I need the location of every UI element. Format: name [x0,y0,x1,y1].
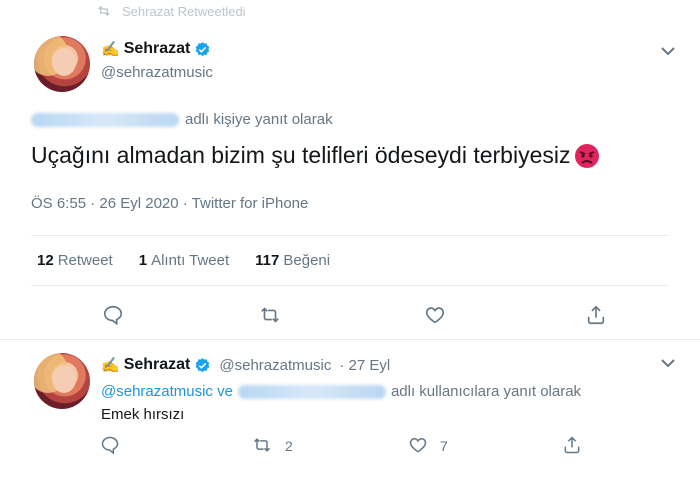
author-name[interactable]: Sehrazat [124,40,191,58]
avatar[interactable] [34,353,90,409]
reply-context-text: adlı kişiye yanıt olarak [185,111,333,128]
chevron-down-icon[interactable] [661,46,675,56]
tweet-meta[interactable]: ÖS 6:55 · 26 Eyl 2020 · Twitter for iPho… [31,195,308,212]
divider [0,339,700,340]
writing-hand-icon: ✍️ [101,41,120,58]
like-icon[interactable] [408,435,428,455]
writing-hand-icon: ✍️ [101,357,120,374]
retweet-count: 2 [285,438,293,454]
author-name[interactable]: Sehrazat [124,356,191,374]
reply-context-text: adlı kullanıcılara yanıt olarak [390,383,582,400]
angry-face-icon [575,143,600,168]
reply-icon[interactable] [102,304,124,326]
author-handle[interactable]: @sehrazatmusic [101,64,213,81]
stat-retweets[interactable]: 12 Retweet [37,252,113,269]
retweet-icon [98,6,110,16]
mention-link[interactable]: @sehrazatmusic ve [101,383,233,400]
reply-context: adlı kişiye yanıt olarak [31,111,333,128]
like-icon[interactable] [424,304,446,326]
retweet-banner: Sehrazat Retweetledi [96,0,246,22]
share-icon[interactable] [585,304,607,326]
tweet-body: Uçağını almadan bizim şu telifleri ödese… [31,142,571,168]
author-name-row[interactable]: ✍️ Sehrazat [101,40,211,58]
tweet-text: Uçağını almadan bizim şu telifleri ödese… [31,142,600,169]
verified-icon [196,357,210,372]
chevron-down-icon[interactable] [661,358,675,368]
retweet-icon[interactable] [259,304,281,326]
author-handle[interactable]: @sehrazatmusic [219,357,331,374]
divider [31,235,669,236]
retweet-banner-text: Sehrazat Retweetledi [122,3,246,19]
divider [31,285,669,286]
reply-author-row[interactable]: ✍️ Sehrazat @sehrazatmusic · 27 Eyl [101,356,390,374]
stat-likes[interactable]: 117 Beğeni [255,252,330,269]
blurred-mention[interactable] [237,384,386,399]
share-icon[interactable] [562,435,582,455]
reply-text: Emek hırsızı [101,406,185,423]
avatar[interactable] [34,36,90,92]
retweet-icon[interactable] [252,435,272,455]
reply-context: @sehrazatmusic ve adlı kullanıcılara yan… [101,383,581,400]
reply-icon[interactable] [100,435,120,455]
blurred-mention[interactable] [31,112,179,127]
verified-icon [196,41,210,56]
like-count: 7 [440,438,448,454]
stat-quote-tweets[interactable]: 1 Alıntı Tweet [139,252,229,269]
tweet-date[interactable]: · 27 Eyl [339,357,390,374]
tweet-stats: 12 Retweet 1 Alıntı Tweet 117 Beğeni [37,252,330,269]
